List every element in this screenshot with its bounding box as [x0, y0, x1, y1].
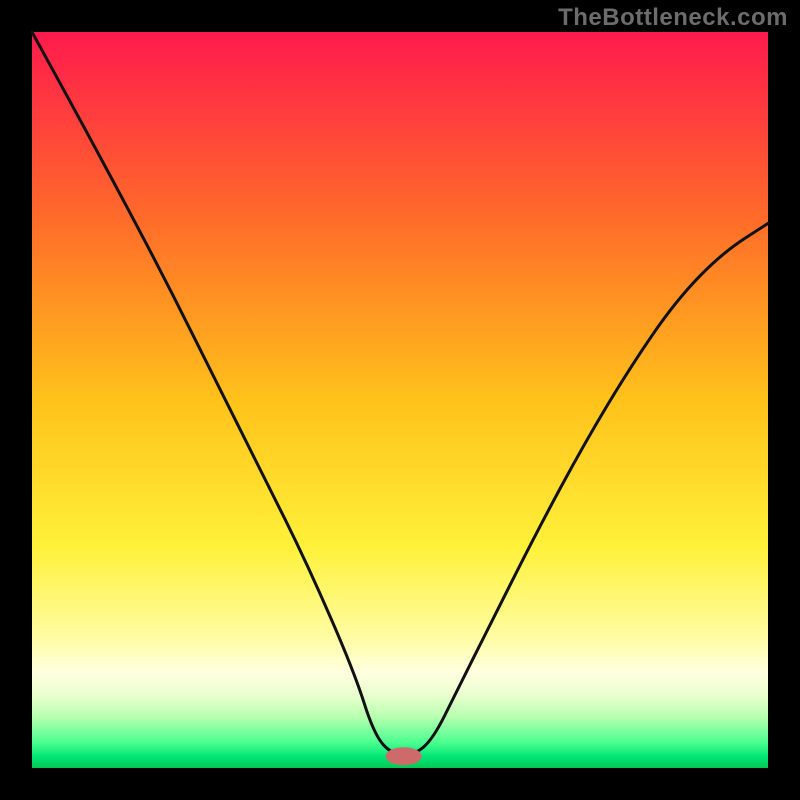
watermark-label: TheBottleneck.com — [558, 4, 788, 32]
gradient-background — [32, 32, 768, 768]
bottleneck-plot — [0, 0, 800, 800]
chart-stage: TheBottleneck.com — [0, 0, 800, 800]
optimum-marker — [386, 747, 422, 765]
